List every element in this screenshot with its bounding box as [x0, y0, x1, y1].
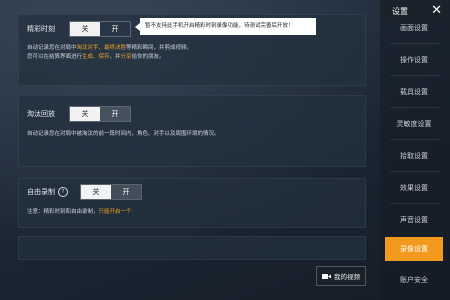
elimination-on-option[interactable]: 开	[100, 107, 130, 121]
divider	[390, 43, 440, 44]
sidebar-item-pickup[interactable]: 拾取设置	[385, 144, 443, 168]
my-videos-label: 我的视频	[334, 273, 360, 281]
sidebar-item-effects[interactable]: 效果设置	[385, 176, 443, 200]
divider	[390, 75, 440, 76]
elimination-off-option[interactable]: 关	[70, 107, 100, 121]
free-record-panel: 自由录制 ? 关 开 注意：精彩时刻和自由录制，只能开启一个	[18, 178, 366, 228]
divider	[390, 107, 440, 108]
sidebar-item-vehicle[interactable]: 载具设置	[385, 80, 443, 104]
free-record-row: 自由录制 ? 关 开	[27, 184, 142, 200]
free-record-off-option[interactable]: 关	[81, 185, 111, 199]
free-record-label: 自由录制	[27, 188, 55, 196]
elimination-toggle[interactable]: 关 开	[69, 106, 131, 122]
elimination-label: 淘汰回放	[27, 110, 55, 118]
help-icon[interactable]: ?	[58, 187, 68, 197]
elimination-panel: 淘汰回放 关 开 自动记录您在对局中被淘汰的前一段时间内，角色、对手以及周围环境…	[18, 95, 366, 167]
free-record-note: 注意：精彩时刻和自由录制，只能开启一个	[27, 209, 132, 215]
highlight-description: 自动记录您在对局中淘汰对手、最终决胜等精彩瞬间，并剪成视频。 您可以在结算界面进…	[27, 44, 192, 62]
highlight-row: 精彩时刻 关 开	[27, 21, 131, 37]
sidebar-item-sensitivity[interactable]: 灵敏度设置	[385, 112, 443, 136]
my-videos-button[interactable]: 我的视频	[316, 266, 366, 286]
highlight-desc-line-1: 自动记录您在对局中淘汰对手、最终决胜等精彩瞬间，并剪成视频。	[27, 45, 193, 51]
sidebar-item-sound[interactable]: 声音设置	[385, 208, 443, 232]
highlight-desc-line-2: 您可以在结算界面进行生成、保存，并分享给你的朋友。	[27, 54, 165, 60]
elimination-description: 自动记录您在对局中被淘汰的前一段时间内，角色、对手以及周围环境的情况。	[27, 131, 220, 137]
highlight-toggle[interactable]: 关 开	[69, 21, 131, 37]
free-record-on-option[interactable]: 开	[111, 185, 141, 199]
sidebar-item-account-security[interactable]: 账户安全	[385, 268, 443, 292]
highlight-off-option[interactable]: 关	[70, 22, 100, 36]
sidebar-item-recording[interactable]: 录像设置	[385, 237, 443, 261]
highlight-on-option[interactable]: 开	[100, 22, 130, 36]
divider	[390, 203, 440, 204]
free-record-toggle[interactable]: 关 开	[80, 184, 142, 200]
sidebar-title: 设置	[392, 6, 408, 16]
divider	[390, 171, 440, 172]
divider	[390, 139, 440, 140]
camera-icon	[322, 273, 331, 279]
elimination-row: 淘汰回放 关 开	[27, 106, 131, 122]
unsupported-tooltip: 暂不支持此手机开启精彩时刻录像功能，待测试完善后开放！	[140, 18, 316, 35]
sidebar-item-graphics[interactable]: 画面设置	[385, 16, 443, 40]
sidebar-item-controls[interactable]: 操作设置	[385, 48, 443, 72]
empty-panel	[18, 236, 366, 260]
highlight-label: 精彩时刻	[27, 25, 55, 33]
